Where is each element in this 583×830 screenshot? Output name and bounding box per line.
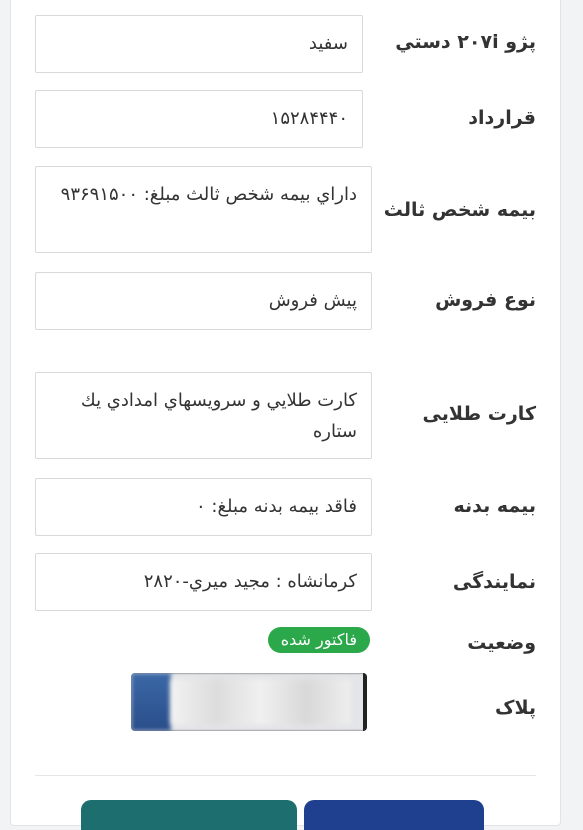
vehicle-details-card: پژو ۲۰۷i دستي سفيد قرارداد ۱۵۲۸۴۴۴۰ بيمه…: [10, 0, 561, 830]
field-value-color: سفيد: [35, 15, 363, 73]
field-label-body-insurance: بیمه بدنه: [453, 495, 536, 517]
field-value-sale-type: پيش فروش: [35, 272, 372, 330]
plate-country-strip: [131, 673, 171, 731]
field-label-contract: قرارداد: [468, 107, 536, 129]
plate-blurred-number: [171, 679, 351, 725]
field-label-agency: نمایندگی: [452, 571, 536, 593]
field-label-sale-type: نوع فروش: [435, 289, 536, 311]
status-badge: فاکتور شده: [267, 627, 370, 653]
field-value-gold-card: کارت طلايي و سرويسهاي امدادي يك ستاره: [35, 372, 372, 459]
license-plate-image: [131, 673, 367, 731]
field-value-contract: ۱۵۲۸۴۴۴۰: [35, 90, 363, 148]
action-button-secondary[interactable]: [81, 800, 297, 830]
field-label-model: پژو ۲۰۷i دستي: [395, 31, 536, 53]
field-value-third-party-insurance: داراي بيمه شخص ثالث مبلغ: ۹۳۶۹۱۵۰۰: [35, 166, 372, 253]
field-value-body-insurance: فاقد بيمه بدنه مبلغ: ۰: [35, 478, 372, 536]
plate-label: پلاک: [494, 697, 536, 719]
field-label-third-party-insurance: بيمه شخص ثالث: [383, 199, 536, 221]
field-value-agency: كرمانشاه : مجيد ميري-۲۸۲۰: [35, 553, 372, 611]
action-button-primary[interactable]: [304, 800, 484, 830]
field-label-gold-card: کارت طلایی: [422, 403, 536, 425]
status-label: وضعیت: [467, 632, 536, 654]
section-divider: [35, 775, 536, 776]
plate-edge: [363, 673, 367, 731]
